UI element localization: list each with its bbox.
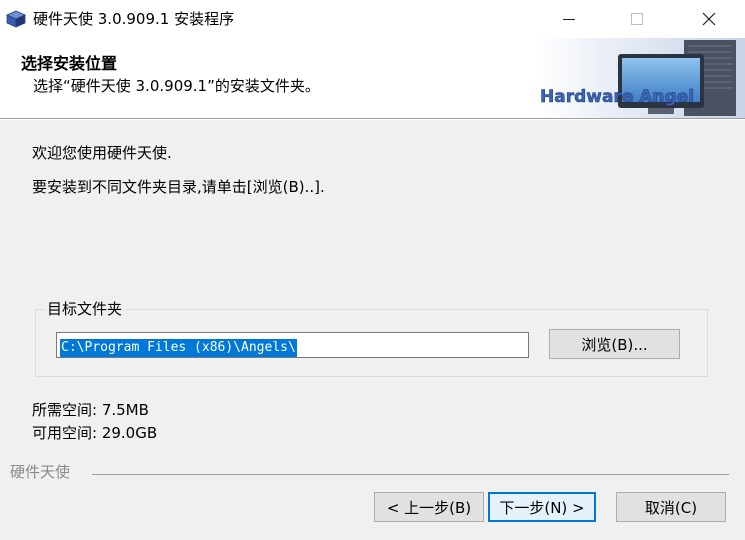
cube-package-icon <box>6 10 26 28</box>
install-path-value: C:\Program Files (x86)\Angels\ <box>60 339 297 357</box>
instruction-text: 要安装到不同文件夹目录,请单击[浏览(B)..]. <box>32 178 325 196</box>
welcome-text: 欢迎您使用硬件天使. <box>32 144 172 162</box>
maximize-button[interactable] <box>614 0 660 38</box>
space-required-text: 所需空间: 7.5MB <box>32 401 149 419</box>
title-bar[interactable]: 硬件天使 3.0.909.1 安装程序 <box>0 0 745 38</box>
page-header: 选择安装位置 选择“硬件天使 3.0.909.1”的安装文件夹。 Hardwar… <box>0 38 745 119</box>
window-title: 硬件天使 3.0.909.1 安装程序 <box>33 10 235 28</box>
page-title: 选择安装位置 <box>21 54 118 73</box>
destination-folder-label: 目标文件夹 <box>44 298 126 319</box>
maximize-icon <box>631 13 643 25</box>
banner-logo-text: Hardware Angel <box>540 87 694 107</box>
browse-button[interactable]: 浏览(B)... <box>549 329 680 359</box>
install-path-input[interactable]: C:\Program Files (x86)\Angels\ <box>56 332 529 358</box>
minimize-button[interactable] <box>546 0 592 38</box>
hardware-angel-banner: Hardware Angel <box>536 38 745 118</box>
destination-folder-group: 目标文件夹 C:\Program Files (x86)\Angels\ 浏览(… <box>35 298 708 377</box>
branding-text: 硬件天使 <box>10 463 71 481</box>
minimize-icon <box>563 18 575 20</box>
footer-divider <box>92 474 729 475</box>
close-button[interactable] <box>686 0 732 38</box>
cancel-button[interactable]: 取消(C) <box>616 492 726 522</box>
dialog-body: 欢迎您使用硬件天使. 要安装到不同文件夹目录,请单击[浏览(B)..]. 目标文… <box>0 120 745 540</box>
space-available-text: 可用空间: 29.0GB <box>32 424 158 442</box>
close-icon <box>702 12 716 26</box>
page-subtitle: 选择“硬件天使 3.0.909.1”的安装文件夹。 <box>33 77 320 95</box>
next-button[interactable]: 下一步(N) > <box>488 492 596 522</box>
back-button[interactable]: < 上一步(B) <box>374 492 484 522</box>
